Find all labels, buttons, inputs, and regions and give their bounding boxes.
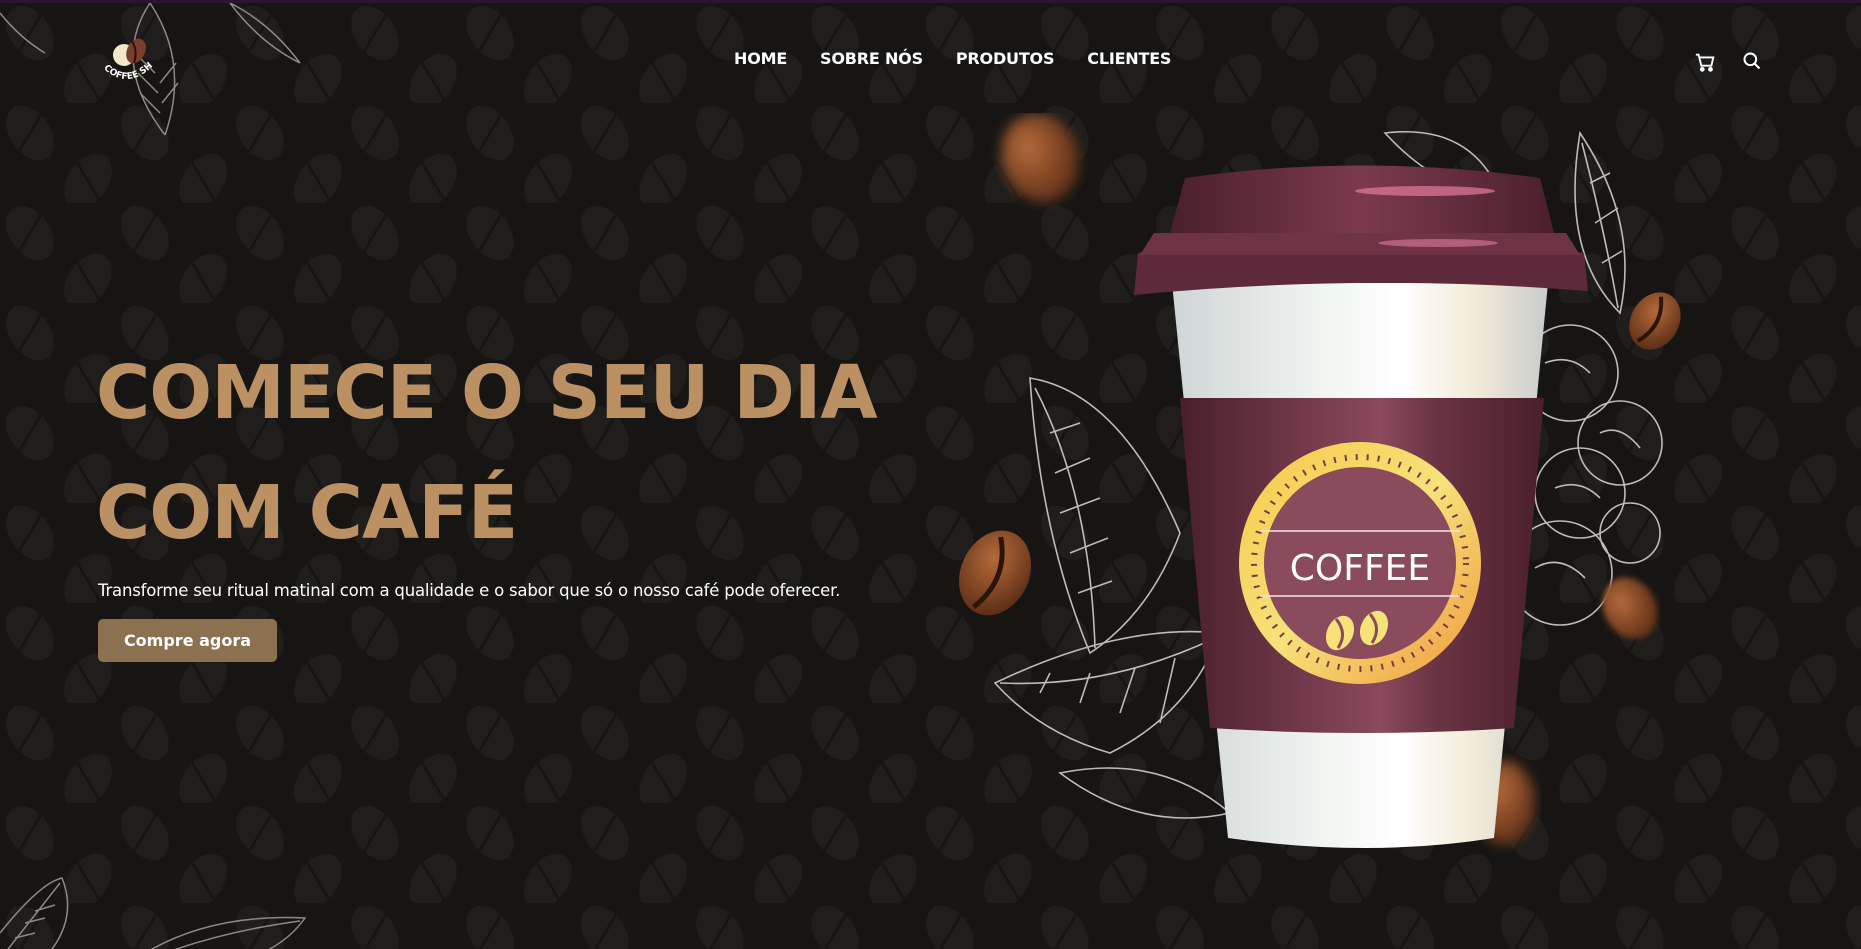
hero-subtitle: Transforme seu ritual matinal com a qual… xyxy=(98,581,841,600)
coffee-bean xyxy=(959,530,1031,616)
coffee-bean xyxy=(1629,292,1681,350)
nav-home[interactable]: HOME xyxy=(734,49,787,68)
coffee-badge: COFFEE xyxy=(1239,442,1481,684)
nav-sobre-nos[interactable]: SOBRE NÓS xyxy=(820,49,923,68)
nav-clientes[interactable]: CLIENTES xyxy=(1087,49,1171,68)
cup-lid xyxy=(1170,165,1554,233)
cart-icon[interactable] xyxy=(1694,51,1716,73)
hero-title: COMECE O SEU DIA COM CAFÉ xyxy=(96,333,878,573)
leaf-sketch-bottom xyxy=(0,877,307,949)
coffee-shop-logo[interactable]: COFFEE SHOP xyxy=(92,31,182,101)
page: COFFEE SHOP HOME SOBRE NÓS PRODUTOS CLIE… xyxy=(0,0,1861,949)
coffee-cup-illustration: COFFEE xyxy=(959,113,1681,848)
search-icon[interactable] xyxy=(1742,51,1764,73)
coffee-bean-blurred xyxy=(1602,577,1658,639)
header-actions xyxy=(1694,51,1764,73)
buy-now-button[interactable]: Compre agora xyxy=(98,619,277,662)
cup-label-text: COFFEE xyxy=(1290,548,1430,589)
nav-produtos[interactable]: PRODUTOS xyxy=(956,49,1055,68)
coffee-bean-blurred xyxy=(1001,113,1079,203)
hero-title-line-1: COMECE O SEU DIA xyxy=(96,350,878,436)
main-nav: HOME SOBRE NÓS PRODUTOS CLIENTES xyxy=(734,49,1171,68)
hero-title-line-2: COM CAFÉ xyxy=(96,470,518,556)
